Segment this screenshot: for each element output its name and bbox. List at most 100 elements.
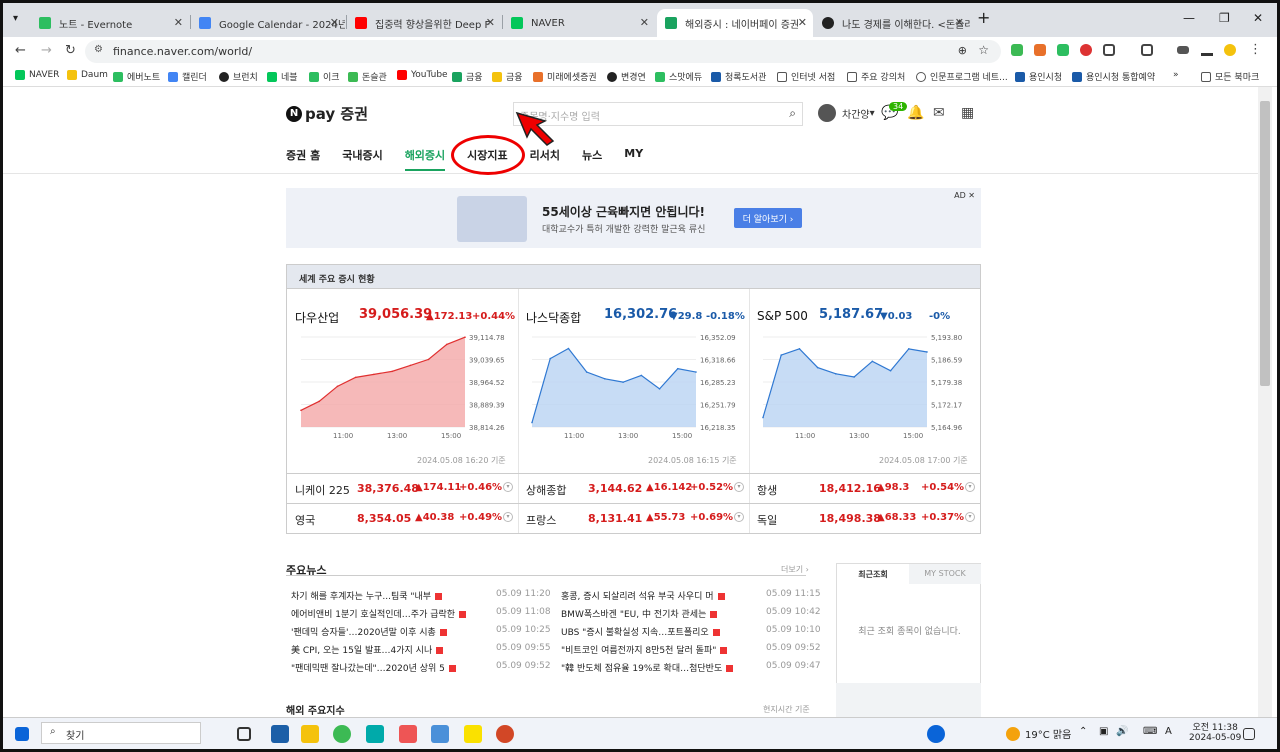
bookmark-item[interactable]: 용인시청 xyxy=(1015,70,1062,83)
ime-mode[interactable]: A xyxy=(1165,726,1172,737)
tab-my-stock[interactable]: MY STOCK xyxy=(909,564,981,584)
sidebar-icon[interactable] xyxy=(1141,44,1153,56)
windows-start-icon[interactable] xyxy=(15,727,29,741)
bookmark-item[interactable]: 금융 xyxy=(452,70,483,83)
news-headline[interactable]: '팬데믹 승자들'…2020년말 이후 시총 xyxy=(291,628,436,638)
bookmark-item[interactable]: 에버노트 xyxy=(113,70,160,83)
zoom-icon[interactable]: ⊕ xyxy=(958,44,967,57)
site-info-icon[interactable]: ⚙ xyxy=(94,44,103,55)
nav-news[interactable]: 뉴스 xyxy=(582,147,602,171)
download-icon[interactable] xyxy=(1201,44,1213,56)
chevron-down-icon[interactable]: ▾ xyxy=(965,482,975,492)
ad-close-icon[interactable]: AD ✕ xyxy=(954,191,975,200)
news-headline[interactable]: "비트코인 여름전까지 8만5천 달러 돌파" xyxy=(561,646,716,656)
bell-icon[interactable]: 🔔 xyxy=(907,105,924,121)
bookmark-item[interactable]: 이크 xyxy=(309,70,340,83)
extensions-puzzle-icon[interactable] xyxy=(1103,44,1115,56)
task-view-icon[interactable] xyxy=(237,727,251,741)
playlist-icon[interactable] xyxy=(1177,46,1189,54)
back-icon[interactable]: ← xyxy=(15,43,26,58)
index-name[interactable]: 니케이 225 xyxy=(295,482,350,498)
file-explorer-icon[interactable] xyxy=(301,725,319,743)
extension-icon[interactable] xyxy=(1011,44,1023,56)
stock-search-input[interactable]: 종목명·지수명 입력 ⌕ xyxy=(513,102,803,126)
nav-my[interactable]: MY xyxy=(624,147,643,171)
bookmark-folder[interactable]: 주요 강의처 xyxy=(847,70,905,83)
more-bookmarks-icon[interactable]: » xyxy=(1173,70,1179,80)
ad-banner[interactable]: 55세이상 근육빠지면 안됩니다! 대학교수가 특허 개발한 강력한 말근육 류… xyxy=(286,188,981,248)
app-icon[interactable] xyxy=(431,725,449,743)
news-item[interactable]: "韓 반도체 점유율 19%로 확대…첨단반도 05.09 09:47 xyxy=(561,661,821,674)
tab-evernote[interactable]: 노트 - Evernote ✕ xyxy=(31,9,189,37)
network-icon[interactable]: ▣ xyxy=(1099,726,1108,737)
close-icon[interactable]: ✕ xyxy=(798,16,807,29)
clock[interactable]: 오전 11:38 2024-05-09 xyxy=(1189,720,1241,743)
address-bar[interactable]: ⚙ finance.naver.com/world/ ⊕ ☆ xyxy=(85,40,1001,63)
minimize-button[interactable]: — xyxy=(1183,11,1195,25)
index-card[interactable]: S&P 500 5,187.67 ▼0.03 -0% 2024.05.08 17:00 … xyxy=(749,289,980,469)
notification-icon[interactable] xyxy=(1243,728,1255,740)
chevron-down-icon[interactable]: ▾ xyxy=(734,482,744,492)
tab-naver[interactable]: NAVER ✕ xyxy=(503,9,655,37)
maximize-button[interactable]: ❐ xyxy=(1219,11,1230,25)
paint-icon[interactable] xyxy=(399,725,417,743)
news-more-link[interactable]: 더보기 › xyxy=(781,564,809,575)
adblock-icon[interactable] xyxy=(1080,44,1092,56)
chevron-down-icon[interactable]: ▾ xyxy=(734,512,744,522)
app-icon[interactable] xyxy=(366,725,384,743)
nav-stock-home[interactable]: 증권 홈 xyxy=(286,147,320,171)
bookmark-folder[interactable]: 인터넷 서점 xyxy=(777,70,835,83)
powerpoint-icon[interactable] xyxy=(496,725,514,743)
forward-icon[interactable]: → xyxy=(41,43,52,58)
news-item[interactable]: "비트코인 여름전까지 8만5천 달러 돌파" 05.09 09:52 xyxy=(561,643,821,656)
nav-world[interactable]: 해외증시 xyxy=(404,147,446,171)
news-item[interactable]: "팬데믹땐 잘나갔는데"…2020년 상위 5 05.09 09:52 xyxy=(291,661,551,674)
nav-research[interactable]: 리서치 xyxy=(530,147,560,171)
close-icon[interactable]: ✕ xyxy=(640,16,649,29)
nav-domestic[interactable]: 국내증시 xyxy=(342,147,382,171)
chevron-down-icon[interactable]: ▾ xyxy=(503,482,513,492)
news-item[interactable]: 에어비앤비 1분기 호실적인데…주가 급락한 05.09 11:08 xyxy=(291,607,551,620)
news-headline[interactable]: 홍콩, 증시 되살리려 석유 부국 사우디 머 xyxy=(561,592,714,602)
bookmark-item[interactable]: 미래에셋증권 xyxy=(533,70,597,83)
index-name[interactable]: 상해종합 xyxy=(526,482,566,498)
index-card[interactable]: 나스닥종합 16,302.76 ▼29.8 -0.18% 2024.05.08 16:1… xyxy=(518,289,749,469)
news-item[interactable]: BMW폭스바겐 "EU, 中 전기차 관세는 05.09 10:42 xyxy=(561,607,821,620)
taskbar-search[interactable]: ⌕ 찾기 xyxy=(41,722,201,744)
news-headline[interactable]: UBS "증시 불확실성 지속…포트폴리오 xyxy=(561,628,709,638)
profile-icon[interactable] xyxy=(1224,44,1236,56)
tab-google-calendar[interactable]: Google Calendar - 2024년 5월✕ xyxy=(191,9,345,37)
close-window-button[interactable]: ✕ xyxy=(1253,11,1263,25)
news-headline[interactable]: BMW폭스바겐 "EU, 中 전기차 관세는 xyxy=(561,610,706,620)
close-icon[interactable]: ✕ xyxy=(486,16,495,29)
extension-icon[interactable] xyxy=(1034,44,1046,56)
reload-icon[interactable]: ↻ xyxy=(65,43,76,58)
chevron-up-icon[interactable]: ⌃ xyxy=(1079,726,1087,737)
close-icon[interactable]: ✕ xyxy=(955,16,964,29)
ad-learn-more-button[interactable]: 더 알아보기 › xyxy=(734,208,802,228)
menu-kebab-icon[interactable]: ⋮ xyxy=(1249,42,1262,57)
volume-icon[interactable]: 🔊 xyxy=(1116,726,1128,737)
news-item[interactable]: 홍콩, 증시 되살리려 석유 부국 사우디 머 05.09 11:15 xyxy=(561,589,821,602)
chevron-down-icon[interactable]: ▾ xyxy=(965,512,975,522)
tab-youtube[interactable]: 집중력 향상을위한 Deep F ✕ xyxy=(347,9,501,37)
index-name[interactable]: 영국 xyxy=(295,512,315,528)
help-icon[interactable] xyxy=(927,725,945,743)
tab-brunch[interactable]: 나도 경제를 이해한다. <돈슬리 ✕ xyxy=(814,9,970,37)
tab-naver-finance[interactable]: 해외증시 : 네이버페이 증권 ✕ xyxy=(657,9,813,37)
kakaotalk-icon[interactable] xyxy=(464,725,482,743)
mail-icon[interactable]: ✉ xyxy=(933,105,945,121)
evernote-extension-icon[interactable] xyxy=(1057,44,1069,56)
tab-search-icon[interactable]: ▾ xyxy=(13,13,18,24)
user-menu[interactable]: 차간양 ▾ xyxy=(818,104,875,122)
bookmark-folder[interactable]: 모든 북마크 xyxy=(1201,70,1259,83)
close-icon[interactable]: ✕ xyxy=(330,16,339,29)
scrollbar-thumb[interactable] xyxy=(1260,101,1270,386)
bookmark-item[interactable]: 브런치 xyxy=(219,70,258,83)
bookmark-item[interactable]: 금융 xyxy=(492,70,523,83)
news-headline[interactable]: "팬데믹땐 잘나갔는데"…2020년 상위 5 xyxy=(291,664,445,674)
news-item[interactable]: '팬데믹 승자들'…2020년말 이후 시총 05.09 10:25 xyxy=(291,625,551,638)
chrome-icon[interactable] xyxy=(333,725,351,743)
app-icon[interactable] xyxy=(271,725,289,743)
new-tab-button[interactable]: + xyxy=(977,8,990,27)
